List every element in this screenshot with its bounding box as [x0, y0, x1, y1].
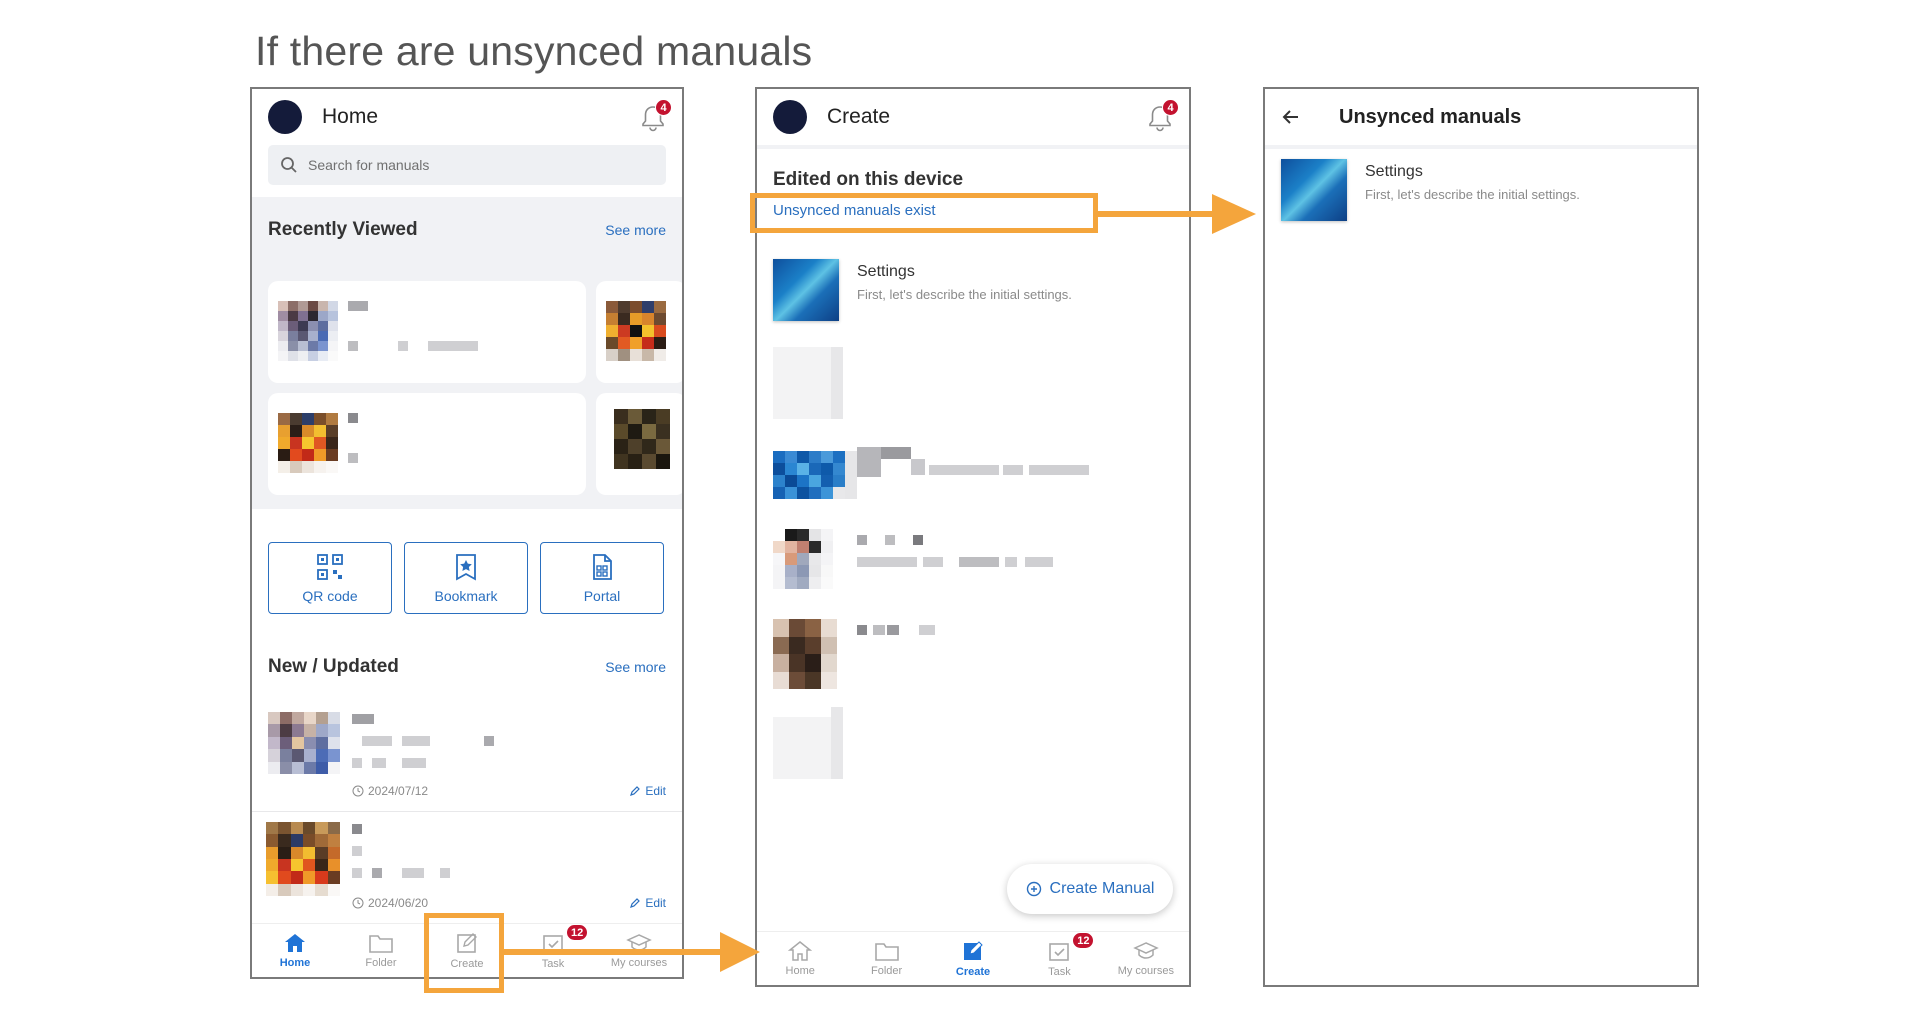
portal-label: Portal [583, 588, 621, 604]
unsynced-manuals-screen: Unsynced manuals Settings First, let's d… [1263, 87, 1699, 987]
card-thumbnail [614, 409, 670, 469]
search-input[interactable]: Search for manuals [268, 145, 666, 185]
manual-description: First, let's describe the initial settin… [857, 287, 1072, 302]
list-item[interactable] [773, 529, 1153, 601]
bottom-nav: Home Folder Create 12 Task My courses [757, 931, 1189, 985]
folder-icon [369, 935, 393, 953]
recent-card[interactable] [596, 393, 682, 495]
list-item[interactable] [773, 619, 1153, 691]
page-title: Create [827, 105, 891, 128]
notification-badge: 4 [655, 99, 672, 116]
search-icon [281, 157, 297, 173]
home-screen: Home 4 Search for manuals Recently Viewe… [250, 87, 684, 979]
qr-code-label: QR code [302, 588, 358, 604]
create-icon [964, 941, 983, 960]
bookmark-icon [456, 554, 476, 581]
edit-button[interactable]: Edit [629, 896, 666, 910]
manual-description: First, let's describe the initial settin… [1365, 187, 1580, 202]
new-updated-title: New / Updated [268, 656, 399, 677]
arrow-to-create [504, 949, 724, 955]
manual-title: Settings [857, 263, 915, 280]
item-thumbnail [268, 712, 340, 774]
back-arrow-icon[interactable] [1281, 107, 1301, 127]
home-icon [285, 934, 305, 952]
arrow-head [1212, 194, 1256, 234]
list-item[interactable]: 2024/06/20 Edit [252, 814, 682, 922]
pencil-icon [630, 898, 641, 908]
page-title: Unsynced manuals [1339, 105, 1522, 128]
item-thumbnail [266, 822, 340, 896]
manual-thumbnail [773, 259, 839, 321]
nav-folder[interactable]: Folder [338, 924, 424, 977]
qr-code-icon [317, 554, 343, 580]
slide-title: If there are unsynced manuals [255, 28, 813, 74]
notification-badge: 4 [1162, 99, 1179, 116]
portal-icon [593, 554, 612, 580]
qr-code-button[interactable]: QR code [268, 542, 392, 614]
nav-home[interactable]: Home [252, 924, 338, 977]
notification-bell-icon[interactable]: 4 [1147, 99, 1179, 133]
list-item[interactable] [773, 441, 1153, 513]
plus-circle-icon [1026, 881, 1041, 897]
list-item[interactable] [773, 707, 893, 779]
new-updated-header: New / Updated See more [252, 656, 682, 678]
unsynced-app-bar: Unsynced manuals [1265, 89, 1697, 149]
recent-see-more-link[interactable]: See more [605, 222, 666, 238]
notification-bell-icon[interactable]: 4 [640, 99, 672, 133]
page-title: Home [322, 105, 379, 128]
edited-on-device-title: Edited on this device [773, 169, 964, 190]
recent-card[interactable] [596, 281, 682, 383]
pencil-icon [630, 786, 641, 796]
create-app-bar: Create 4 [757, 89, 1189, 149]
new-see-more-link[interactable]: See more [605, 659, 666, 675]
clock-icon [352, 897, 364, 909]
home-app-bar: Home 4 [252, 89, 682, 145]
recent-card[interactable] [268, 393, 586, 495]
list-item[interactable] [773, 347, 843, 419]
avatar[interactable] [773, 100, 807, 134]
arrow-to-unsynced [1098, 211, 1216, 217]
item-date: 2024/06/20 [352, 896, 428, 910]
create-manual-button[interactable]: Create Manual [1007, 864, 1173, 914]
card-thumbnail [278, 413, 338, 473]
unsynced-link-highlight [750, 193, 1098, 233]
task-icon [1049, 943, 1070, 961]
card-thumbnail [606, 301, 666, 361]
avatar[interactable] [268, 100, 302, 134]
item-thumbnail [773, 451, 845, 499]
edit-button[interactable]: Edit [629, 784, 666, 798]
bookmark-button[interactable]: Bookmark [404, 542, 528, 614]
item-thumbnail [773, 529, 833, 589]
task-badge: 12 [566, 924, 589, 941]
item-date: 2024/07/12 [352, 784, 428, 798]
nav-create[interactable]: Create [930, 932, 1016, 985]
item-thumbnail [773, 619, 837, 689]
bookmark-label: Bookmark [434, 588, 498, 604]
task-badge: 12 [1072, 932, 1095, 949]
arrow-head [720, 932, 760, 972]
nav-folder[interactable]: Folder [843, 932, 929, 985]
manual-thumbnail [1281, 159, 1347, 221]
list-item[interactable]: Settings First, let's describe the initi… [773, 259, 1173, 325]
nav-task[interactable]: 12 Task [1016, 932, 1102, 985]
portal-button[interactable]: Portal [540, 542, 664, 614]
card-thumbnail [278, 301, 338, 361]
graduation-cap-icon [1133, 942, 1159, 959]
create-tab-highlight [424, 913, 504, 993]
folder-icon [874, 943, 899, 961]
clock-icon [352, 785, 364, 797]
nav-my-courses[interactable]: My courses [1103, 932, 1189, 985]
recently-viewed-section: Recently Viewed See more [252, 197, 682, 509]
manual-title: Settings [1365, 163, 1423, 180]
search-placeholder: Search for manuals [308, 157, 430, 173]
home-icon [788, 941, 813, 961]
list-item[interactable]: 2024/07/12 Edit [252, 704, 682, 812]
nav-home[interactable]: Home [757, 932, 843, 985]
list-item[interactable]: Settings First, let's describe the initi… [1281, 159, 1681, 225]
recent-card[interactable] [268, 281, 586, 383]
recently-viewed-title: Recently Viewed [268, 219, 418, 240]
